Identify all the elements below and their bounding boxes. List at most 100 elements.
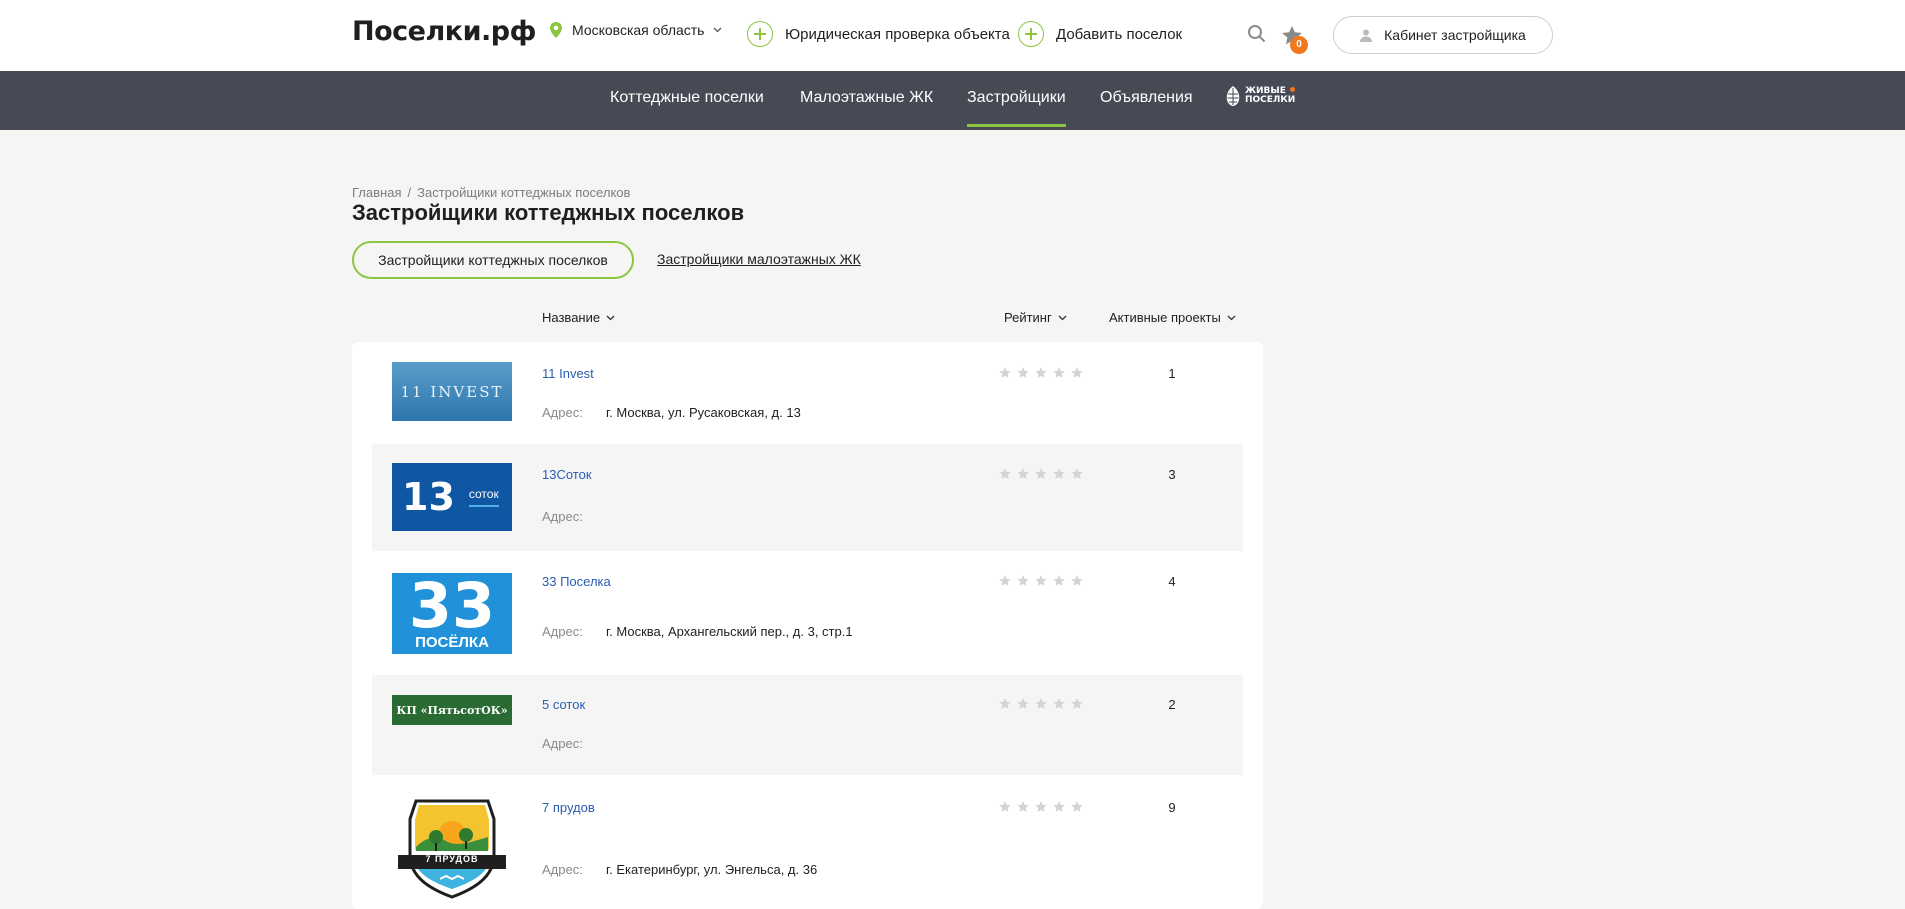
sort-by-rating[interactable]: Рейтинг (1004, 310, 1067, 325)
add-village-label: Добавить поселок (1056, 25, 1183, 43)
chevron-down-icon (606, 315, 615, 320)
pine-cone-icon (1226, 86, 1240, 106)
address-label: Адрес: (542, 736, 583, 751)
partner-logo-line2: поселки (1245, 95, 1296, 105)
breadcrumb-separator: / (407, 185, 412, 200)
zhivye-poselki-logo[interactable]: Живые поселки (1225, 85, 1295, 107)
favorites-count-badge: 0 (1290, 36, 1308, 54)
developer-name-link[interactable]: 11 Invest (542, 366, 594, 381)
developer-row: 33 ПОСЁЛКА 33 Поселка 4 Адрес: г. Москва… (372, 553, 1243, 673)
column-name-label: Название (542, 310, 601, 325)
sort-by-projects[interactable]: Активные проекты (1109, 310, 1236, 325)
star-icon (1017, 367, 1029, 378)
location-pin-icon (550, 22, 562, 38)
star-icon (1053, 367, 1065, 378)
star-icon (1053, 468, 1065, 479)
column-rating-label: Рейтинг (1004, 310, 1052, 325)
star-icon (1053, 801, 1065, 812)
breadcrumb-home[interactable]: Главная (352, 185, 401, 200)
address-label: Адрес: (542, 862, 583, 877)
address-value: г. Москва, ул. Русаковская, д. 13 (606, 405, 801, 420)
region-label: Московская область (572, 22, 705, 38)
developer-logo[interactable]: 11 INVEST (392, 362, 512, 421)
active-projects-count: 3 (1168, 467, 1176, 482)
star-icon (999, 367, 1011, 378)
developer-row: 11 INVEST 11 Invest 1 Адрес: г. Москва, … (372, 342, 1243, 442)
address-label: Адрес: (542, 405, 583, 420)
top-header: Поселки.рф Московская область Юридическа… (0, 0, 1905, 71)
star-icon (1071, 367, 1083, 378)
developer-name-link[interactable]: 7 прудов (542, 800, 595, 815)
address-value: г. Екатеринбург, ул. Энгельса, д. 36 (606, 862, 818, 877)
star-icon (1071, 575, 1083, 586)
add-village-link[interactable]: Добавить поселок (1018, 21, 1182, 47)
star-icon (1035, 367, 1047, 378)
chevron-down-icon (714, 27, 722, 33)
nav-item-ads[interactable]: Объявления (1100, 89, 1193, 107)
star-icon (1035, 801, 1047, 812)
developer-cabinet-button[interactable]: Кабинет застройщика (1333, 16, 1553, 54)
star-icon (1035, 468, 1047, 479)
tab-cottage-developers[interactable]: Застройщики коттеджных поселков (352, 241, 634, 279)
developer-row: 13 соток 13Соток 3 Адрес: (372, 444, 1243, 551)
star-icon (1053, 575, 1065, 586)
developer-name-link[interactable]: 5 соток (542, 697, 585, 712)
active-projects-count: 4 (1168, 574, 1176, 589)
star-icon (1035, 575, 1047, 586)
sort-by-name[interactable]: Название (542, 310, 615, 325)
rating-stars (998, 697, 1084, 711)
address-value: г. Москва, Архангельский пер., д. 3, стр… (606, 624, 853, 639)
rating-stars (998, 366, 1084, 380)
developers-list: 11 INVEST 11 Invest 1 Адрес: г. Москва, … (352, 342, 1263, 909)
nav-item-cottage-villages[interactable]: Коттеджные поселки (610, 89, 764, 107)
plus-circle-icon (747, 21, 773, 47)
search-icon[interactable] (1247, 24, 1267, 44)
star-icon (1053, 698, 1065, 709)
developer-logo-number: 13 (402, 475, 455, 519)
active-projects-count: 1 (1168, 366, 1176, 381)
address-label: Адрес: (542, 509, 583, 524)
developer-logo[interactable]: 33 ПОСЁЛКА (392, 573, 512, 654)
rating-stars (998, 467, 1084, 481)
region-selector[interactable]: Московская область (550, 22, 722, 38)
user-icon (1360, 29, 1373, 42)
rating-stars (998, 574, 1084, 588)
page-title: Застройщики коттеджных поселков (352, 200, 745, 225)
developer-row: 7 ПРУДОВ 7 прудов 9 Адрес: г. Екатеринбу… (372, 777, 1243, 909)
developer-name-link[interactable]: 33 Поселка (542, 574, 611, 589)
star-icon (999, 698, 1011, 709)
developer-logo-word: ПОСЁЛКА (415, 633, 489, 651)
plus-circle-icon (1018, 21, 1044, 47)
developer-name-link[interactable]: 13Соток (542, 467, 592, 482)
star-icon (1017, 698, 1029, 709)
developer-logo-number: 33 (408, 573, 496, 642)
star-icon (999, 575, 1011, 586)
star-icon (999, 801, 1011, 812)
developer-logo[interactable]: 13 соток (392, 463, 512, 531)
developer-logo-text: 7 ПРУДОВ (425, 854, 479, 864)
star-icon (1017, 575, 1029, 586)
developer-logo[interactable]: КП «ПятьсотОК» (392, 695, 512, 725)
tab-lowrise-developers[interactable]: Застройщики малоэтажных ЖК (657, 251, 861, 267)
star-icon (1071, 801, 1083, 812)
legal-check-link[interactable]: Юридическая проверка объекта (747, 21, 1010, 47)
rating-stars (998, 800, 1084, 814)
chevron-down-icon (1058, 315, 1067, 320)
nav-item-lowrise[interactable]: Малоэтажные ЖК (800, 89, 933, 107)
main-nav: Коттеджные поселки Малоэтажные ЖК Застро… (0, 71, 1905, 130)
developer-logo-text: 11 INVEST (400, 382, 504, 401)
breadcrumb: Главная / Застройщики коттеджных поселко… (352, 185, 630, 200)
active-projects-count: 9 (1168, 800, 1176, 815)
star-icon (1071, 698, 1083, 709)
breadcrumb-current: Застройщики коттеджных поселков (417, 185, 631, 200)
star-icon (999, 468, 1011, 479)
legal-check-label: Юридическая проверка объекта (785, 25, 1010, 43)
address-label: Адрес: (542, 624, 583, 639)
star-icon (1071, 468, 1083, 479)
developer-logo[interactable]: 7 ПРУДОВ (392, 795, 512, 899)
site-logo[interactable]: Поселки.рф (352, 16, 536, 47)
cabinet-label: Кабинет застройщика (1384, 27, 1526, 43)
nav-item-developers[interactable]: Застройщики (967, 89, 1066, 127)
seven-ponds-emblem (398, 799, 506, 899)
chevron-down-icon (1227, 315, 1236, 320)
